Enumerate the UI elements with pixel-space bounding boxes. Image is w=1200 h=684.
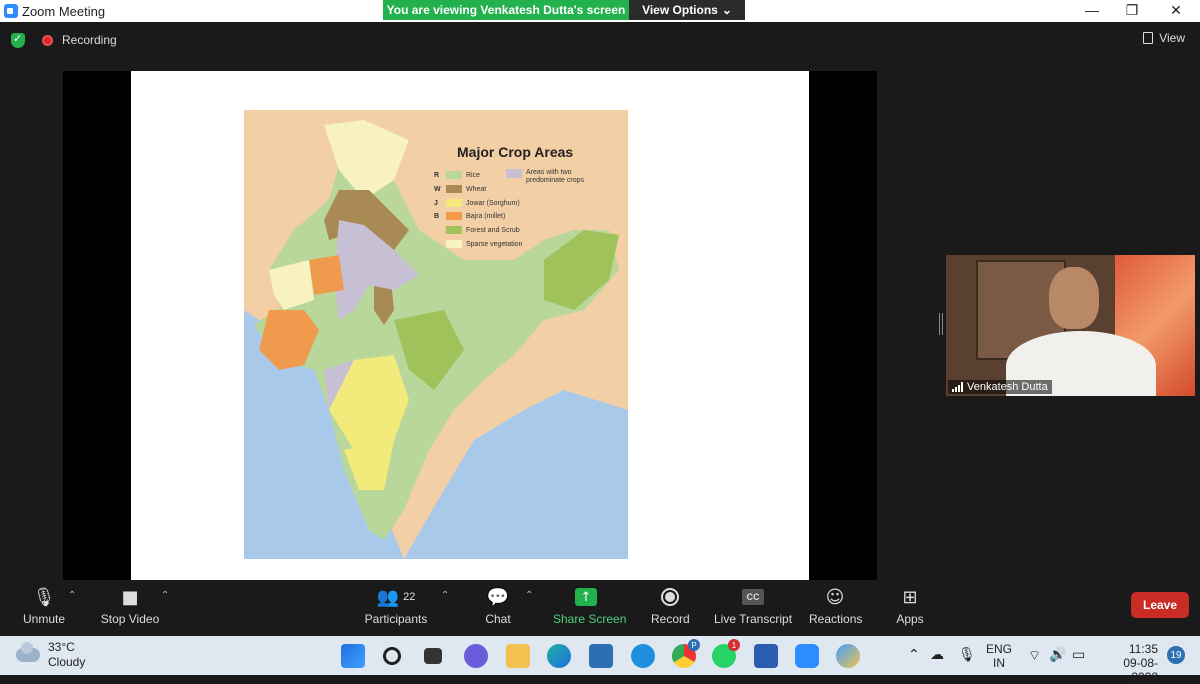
chrome-icon[interactable]: P <box>672 639 700 668</box>
task-view-icon[interactable] <box>424 648 442 664</box>
legend-item: J Jowar (Sorghum) <box>434 199 520 207</box>
stop-video-label: Stop Video <box>100 612 160 626</box>
legend-item: Forest and Scrub <box>434 226 520 234</box>
battery-icon[interactable]: ▭ <box>1072 647 1085 663</box>
language-indicator[interactable]: ENG IN <box>986 642 1012 670</box>
apps-icon: ⊞ <box>902 586 918 608</box>
window-title: Zoom Meeting <box>22 4 106 19</box>
weather-widget[interactable]: 33°C Cloudy <box>16 640 85 670</box>
presentation-slide: Major Crop Areas R Rice W Wheat J Jowar … <box>131 71 809 580</box>
teams-chat-icon[interactable] <box>464 644 488 668</box>
audio-options-caret[interactable]: ⌃ <box>68 590 76 601</box>
apps-label: Apps <box>896 612 924 626</box>
view-options-label: View Options <box>642 3 718 17</box>
legend-item: B Bajra (millet) <box>434 212 506 220</box>
weather-condition: Cloudy <box>48 655 86 669</box>
recording-icon <box>42 35 53 46</box>
whatsapp-icon[interactable]: 1 <box>712 639 740 668</box>
live-transcript-button[interactable]: CC Live Transcript <box>714 584 792 626</box>
chevron-down-icon: ⌄ <box>721 3 732 17</box>
chrome-profile-badge: P <box>688 639 700 651</box>
participant-name: Venkatesh Dutta <box>967 381 1048 393</box>
clock-date: 09-08-2022 <box>1123 656 1158 684</box>
microsoft-store-icon[interactable] <box>589 644 613 668</box>
record-button[interactable]: Record <box>651 584 690 626</box>
participant-name-tag: Venkatesh Dutta <box>948 380 1052 394</box>
reactions-button[interactable]: ☺ Reactions <box>809 584 863 627</box>
recording-label[interactable]: Recording <box>62 33 117 47</box>
view-button[interactable]: View <box>1143 31 1185 45</box>
view-label: View <box>1159 31 1185 45</box>
minimize-button[interactable]: — <box>1082 2 1102 20</box>
zoom-app-icon <box>4 4 18 18</box>
temperature: 33°C <box>48 640 75 654</box>
participant-video[interactable]: Venkatesh Dutta <box>946 255 1195 396</box>
unmute-button[interactable]: 🎙 Unmute <box>22 584 66 627</box>
clock[interactable]: 11:35 09-08-2022 <box>1100 642 1158 684</box>
share-screen-label: Share Screen <box>553 612 627 626</box>
cloud-icon <box>16 642 40 662</box>
chat-label: Chat <box>485 612 511 626</box>
view-options-button[interactable]: View Options ⌄ <box>629 0 745 20</box>
chat-bubble-icon: 💬 <box>486 586 510 608</box>
share-screen-button[interactable]: ↑ Share Screen <box>553 584 627 626</box>
chevron-up-icon[interactable]: ⌃ <box>908 647 920 663</box>
person-head <box>1049 267 1099 329</box>
word-icon[interactable] <box>754 644 778 668</box>
signal-icon <box>952 382 963 392</box>
meeting-topbar: Recording View <box>0 22 1200 58</box>
view-icon <box>1143 32 1154 44</box>
meeting-toolbar: 🎙 Unmute ⌃ ■ Stop Video ⌃ 👥 22 Participan… <box>0 580 1200 636</box>
zoom-icon[interactable] <box>795 644 819 668</box>
restore-button[interactable]: ❐ <box>1122 2 1142 20</box>
record-label: Record <box>651 612 690 626</box>
legend-item: R Rice <box>434 171 481 179</box>
participants-label: Participants <box>364 612 428 626</box>
windows-taskbar: 33°C Cloudy P 1 ⌃ ☁ 🎙 ENG IN ⌔ 🔊 ▭ 11:35… <box>0 636 1200 684</box>
participants-options-caret[interactable]: ⌃ <box>441 590 449 601</box>
search-icon[interactable] <box>383 647 401 665</box>
onedrive-cloud-icon[interactable]: ☁ <box>930 647 944 663</box>
smiley-plus-icon: ☺ <box>825 586 845 608</box>
live-transcript-label: Live Transcript <box>714 612 793 626</box>
shield-icon[interactable] <box>11 32 25 48</box>
video-options-caret[interactable]: ⌃ <box>161 590 169 601</box>
whatsapp-unread-badge: 1 <box>728 639 740 651</box>
apps-button[interactable]: ⊞ Apps <box>895 584 925 627</box>
viewing-message: You are viewing Venkatesh Dutta's screen <box>383 0 629 20</box>
stop-video-button[interactable]: ■ Stop Video <box>100 584 160 627</box>
panel-resize-handle[interactable] <box>939 313 943 335</box>
video-camera-icon: ■ <box>121 586 139 608</box>
microphone-icon[interactable]: 🎙 <box>958 647 976 663</box>
shared-screen: Major Crop Areas R Rice W Wheat J Jowar … <box>63 71 877 580</box>
closed-caption-icon: CC <box>742 589 764 605</box>
share-screen-icon: ↑ <box>575 588 597 606</box>
participants-button[interactable]: 👥 22 Participants <box>363 584 429 627</box>
record-icon <box>661 588 679 606</box>
unmute-label: Unmute <box>22 612 66 626</box>
edge-icon[interactable] <box>547 644 571 668</box>
notification-badge[interactable]: 19 <box>1167 646 1185 664</box>
wifi-icon[interactable]: ⌔ <box>1028 647 1041 665</box>
leave-button[interactable]: Leave <box>1131 592 1189 618</box>
close-button[interactable]: ✕ <box>1166 2 1186 20</box>
participants-count: 22 <box>403 591 416 603</box>
file-explorer-icon[interactable] <box>506 644 530 668</box>
legend-item: Sparse vegetation <box>434 240 522 248</box>
windows-start-icon[interactable] <box>341 644 365 668</box>
chat-button[interactable]: 💬 Chat <box>484 584 512 627</box>
legend-two-crops: Areas with two predominate crops <box>506 169 596 185</box>
clock-time: 11:35 <box>1128 642 1158 656</box>
microphone-muted-icon: 🎙 <box>32 586 56 608</box>
speaker-icon[interactable]: 🔊 <box>1049 647 1066 663</box>
legend-item: W Wheat <box>434 185 487 193</box>
viewing-banner: You are viewing Venkatesh Dutta's screen… <box>383 0 745 20</box>
reactions-label: Reactions <box>809 612 863 626</box>
chat-options-caret[interactable]: ⌃ <box>525 590 533 601</box>
help-icon[interactable] <box>631 644 655 668</box>
crop-map: Major Crop Areas R Rice W Wheat J Jowar … <box>244 110 628 559</box>
paint-icon[interactable] <box>836 644 860 668</box>
map-title: Major Crop Areas <box>457 144 574 160</box>
participants-icon: 👥 22 <box>376 586 416 608</box>
